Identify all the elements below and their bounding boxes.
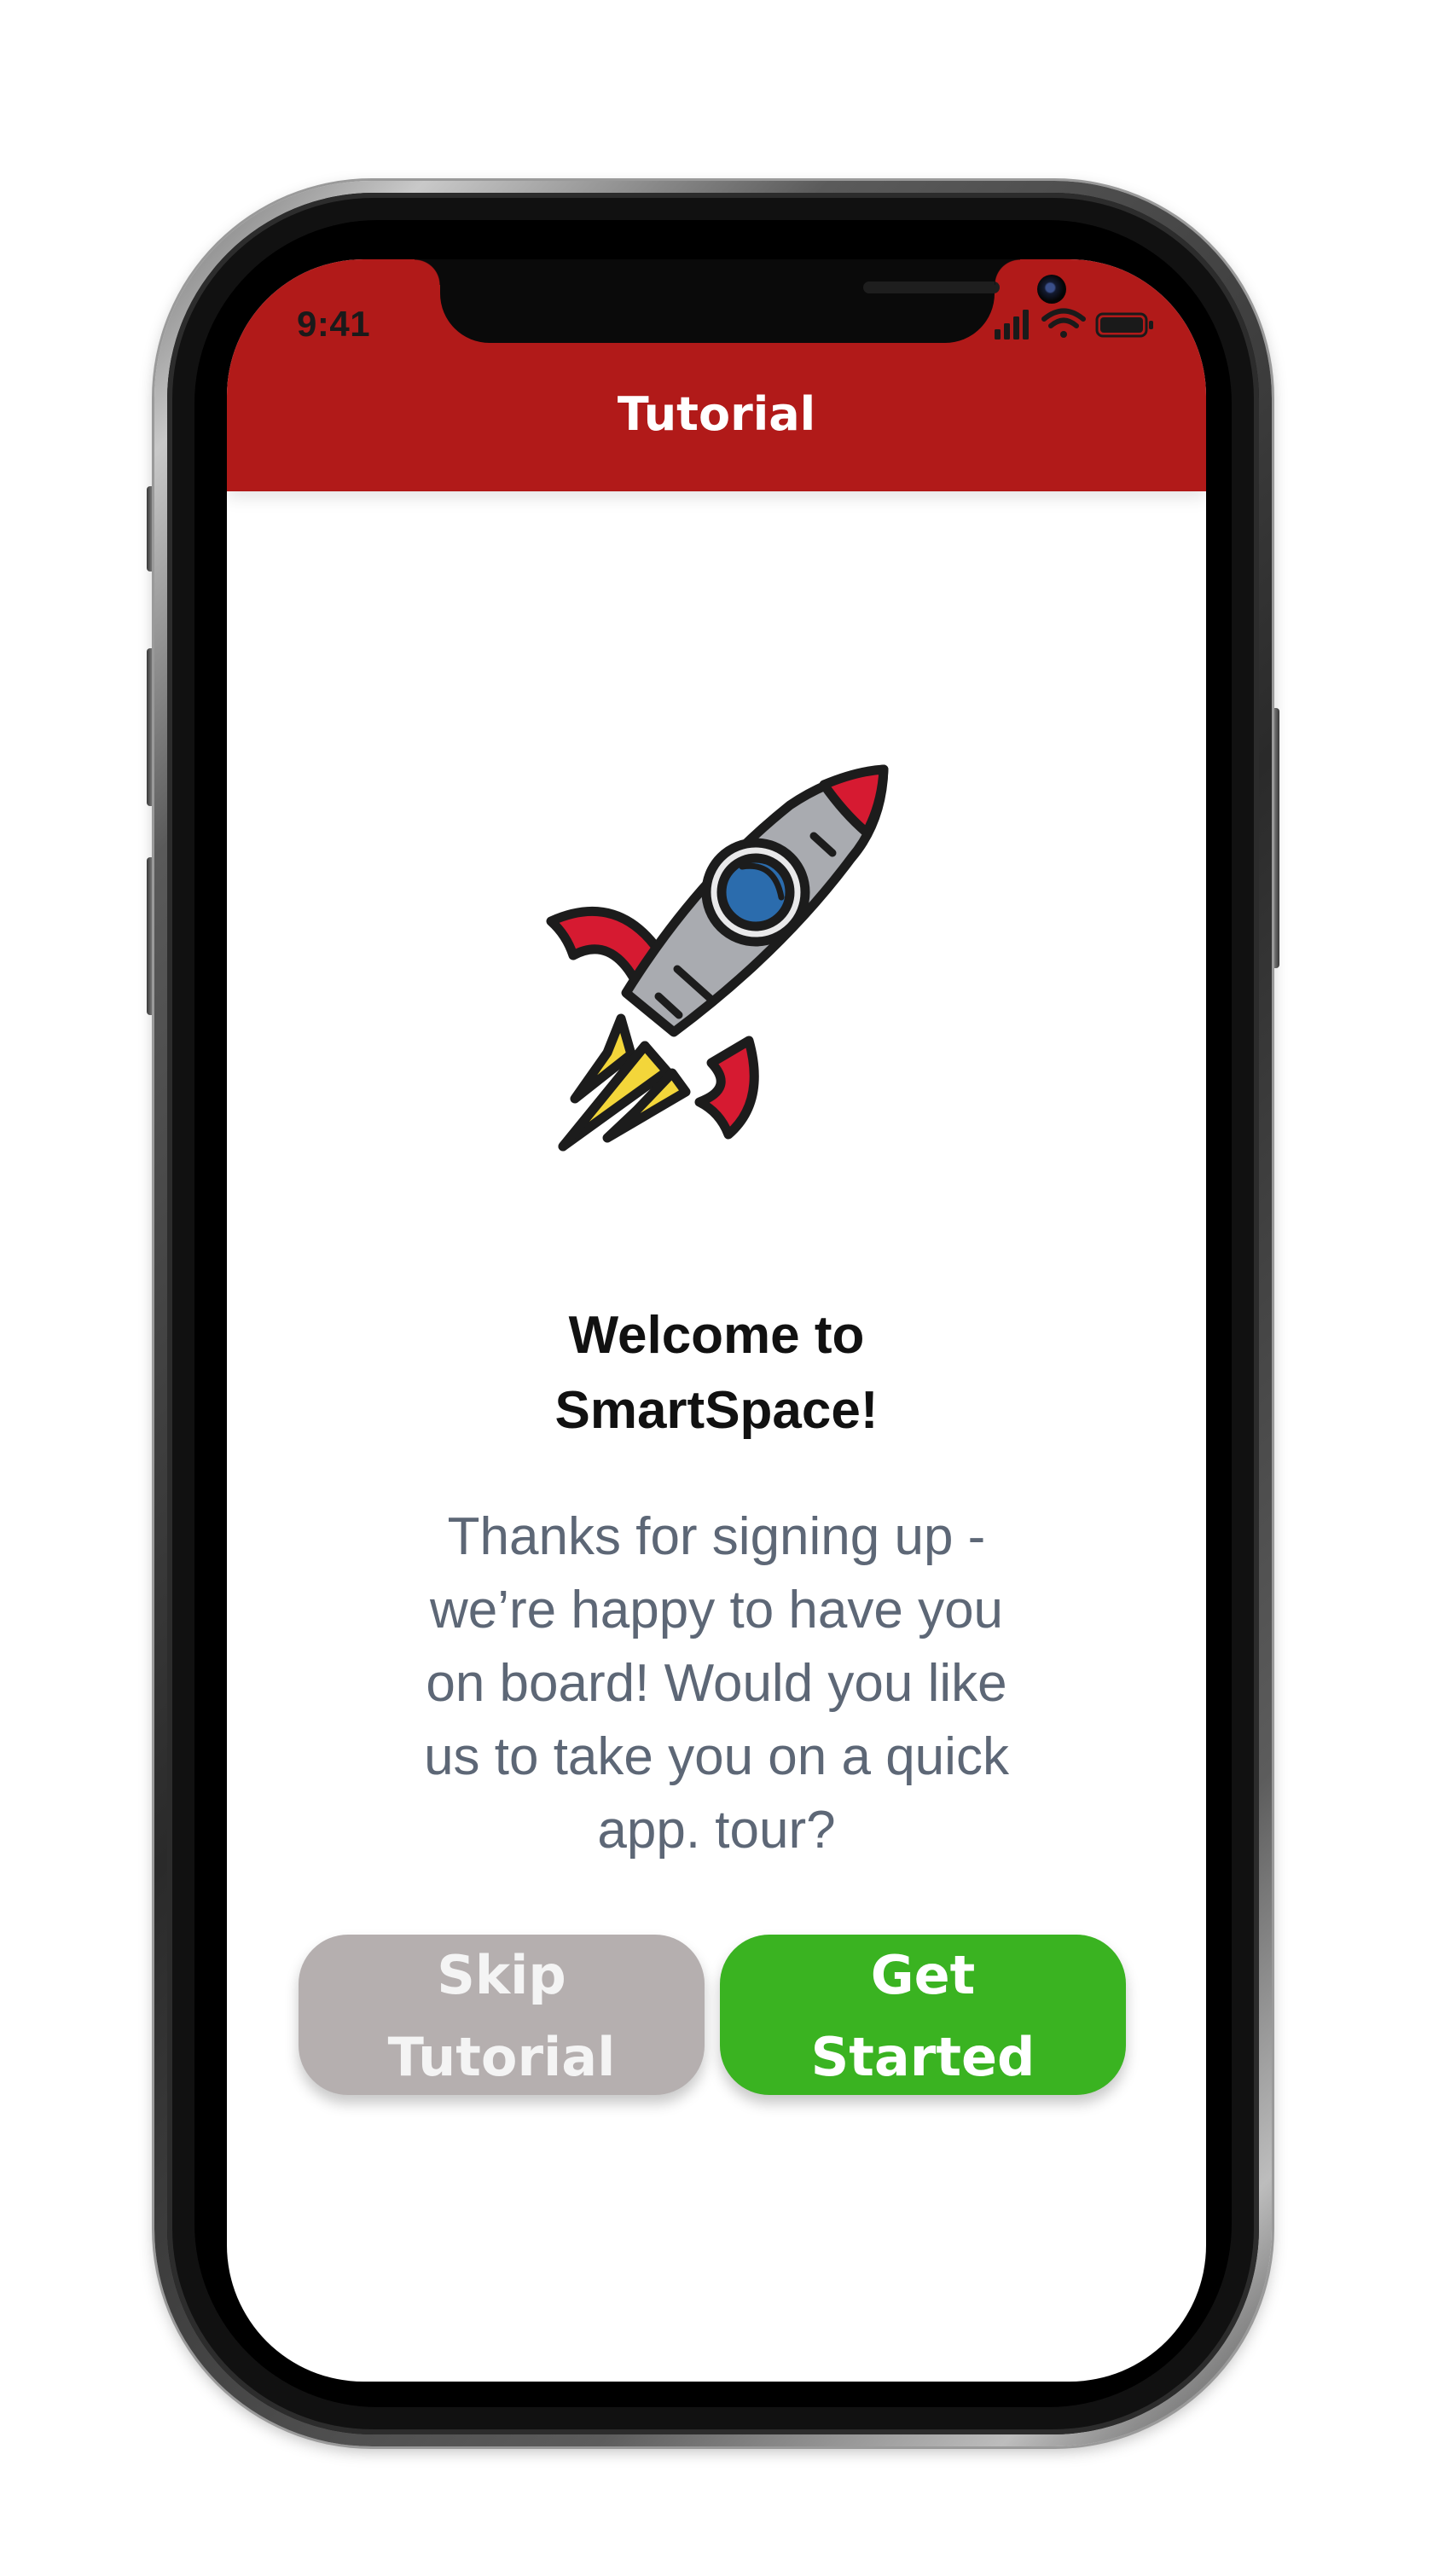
- welcome-title-line: SmartSpace!: [554, 1381, 879, 1440]
- welcome-message-line: app. tour?: [597, 1801, 836, 1860]
- front-camera: [1037, 275, 1066, 304]
- skip-tutorial-button[interactable]: Skip Tutorial: [299, 1935, 705, 2095]
- rocket-icon: [546, 764, 889, 1152]
- get-started-label: Get: [870, 1944, 976, 2006]
- status-icons: [995, 308, 1153, 339]
- welcome-message-line: us to take you on a quick: [424, 1727, 1009, 1786]
- welcome-title-line: Welcome to: [568, 1306, 865, 1365]
- wifi-icon: [1041, 308, 1086, 338]
- device-mockup: 9:41 Tutorial Welcome to SmartSpace! Tha…: [0, 0, 1456, 2559]
- skip-tutorial-label: Skip: [437, 1944, 566, 2006]
- app-screen: 9:41 Tutorial Welcome to SmartSpace! Tha…: [227, 259, 1206, 2382]
- page-title: Tutorial: [617, 387, 816, 441]
- get-started-label: Started: [810, 2026, 1035, 2088]
- welcome-message-line: Thanks for signing up -: [447, 1507, 986, 1566]
- get-started-button[interactable]: Get Started: [720, 1935, 1126, 2095]
- skip-tutorial-label: Tutorial: [387, 2026, 616, 2088]
- status-time: 9:41: [297, 304, 371, 344]
- welcome-message: Thanks for signing up - we’re happy to h…: [375, 1500, 1058, 1876]
- welcome-message-line: on board! Would you like: [426, 1654, 1007, 1713]
- welcome-title: Welcome to SmartSpace!: [375, 1298, 1058, 1452]
- earpiece-speaker: [863, 281, 1000, 293]
- welcome-message-line: we’re happy to have you: [429, 1581, 1004, 1639]
- device-notch: [415, 259, 1066, 343]
- cellular-signal-icon: [995, 310, 1029, 339]
- battery-icon: [1095, 312, 1153, 338]
